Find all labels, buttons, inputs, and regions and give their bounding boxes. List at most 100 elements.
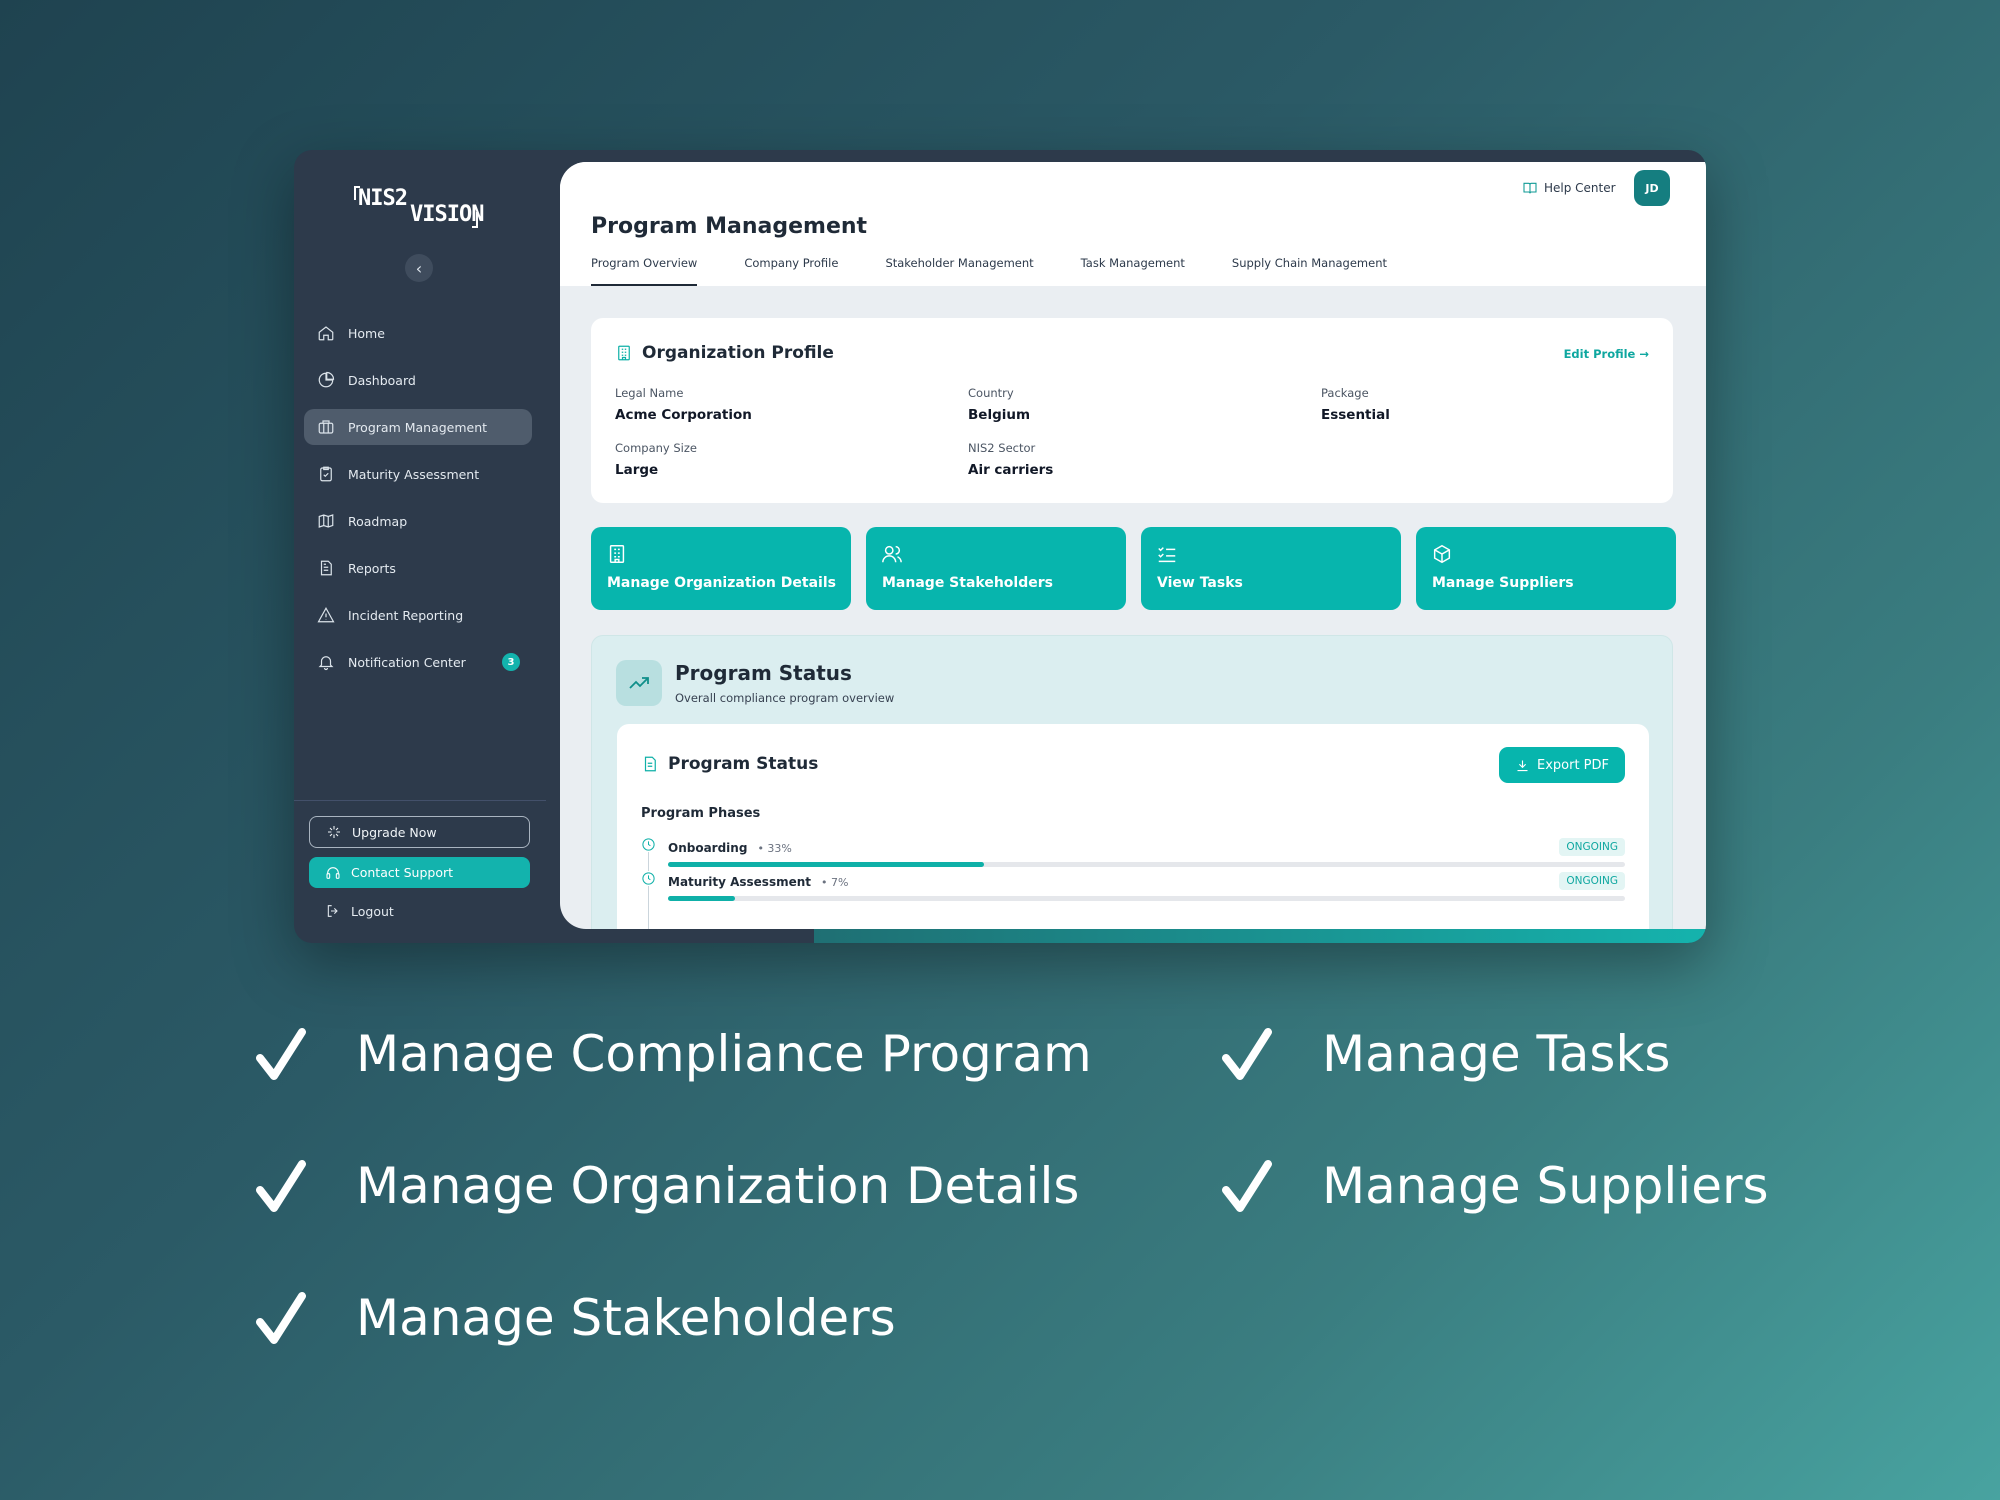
phase-name: Maturity Assessment • 7% xyxy=(668,875,848,889)
sidebar-nav: Home Dashboard Program Management Maturi… xyxy=(304,315,532,691)
checkmark-icon xyxy=(1222,1158,1272,1214)
help-center-link[interactable]: Help Center xyxy=(1522,180,1616,196)
phase-status-badge: ONGOING xyxy=(1559,872,1625,890)
clock-icon xyxy=(641,871,656,886)
contact-support-button[interactable]: Contact Support xyxy=(309,857,530,888)
tab-program-overview[interactable]: Program Overview xyxy=(591,256,698,286)
nis2-vision-logo[interactable]: NIS2 VISION xyxy=(354,180,484,236)
feature-item: Manage Stakeholders xyxy=(256,1289,896,1347)
phase-row-maturity-assessment: Maturity Assessment • 7% ONGOING xyxy=(641,871,1625,911)
avatar[interactable]: JD xyxy=(1634,170,1670,206)
building-icon xyxy=(618,345,630,361)
nis2-sector-field: NIS2 Sector Air carriers xyxy=(968,441,1053,478)
chevron-left-icon: ‹ xyxy=(415,258,423,278)
program-status-card: Program Status Export PDF Program Phases… xyxy=(617,724,1649,929)
help-center-label: Help Center xyxy=(1544,181,1616,195)
home-icon xyxy=(316,323,336,343)
logout-icon xyxy=(325,903,341,919)
bell-icon xyxy=(316,652,336,672)
tab-company-profile[interactable]: Company Profile xyxy=(744,256,838,286)
logout-label: Logout xyxy=(351,903,394,919)
contact-support-label: Contact Support xyxy=(351,865,454,880)
feature-label: Manage Organization Details xyxy=(356,1157,1080,1215)
field-label: Legal Name xyxy=(615,386,684,400)
country-field: Country Belgium xyxy=(968,386,1030,423)
sparkle-icon xyxy=(326,824,342,840)
upgrade-now-label: Upgrade Now xyxy=(352,824,437,840)
program-status-card-heading: Program Status xyxy=(641,754,818,774)
feature-item: Manage Compliance Program xyxy=(256,1025,1092,1083)
program-status-title: Program Status xyxy=(675,661,852,685)
feature-item: Manage Tasks xyxy=(1222,1025,1670,1083)
action-label: Manage Stakeholders xyxy=(882,575,1053,591)
phase-name-text: Onboarding xyxy=(668,841,748,855)
tab-task-management[interactable]: Task Management xyxy=(1081,256,1185,286)
field-label: Company Size xyxy=(615,441,697,455)
clipboard-check-icon xyxy=(316,464,336,484)
tab-bar: Program Overview Company Profile Stakeho… xyxy=(591,256,1434,286)
briefcase-icon xyxy=(316,417,336,437)
manage-stakeholders-button[interactable]: Manage Stakeholders xyxy=(866,527,1126,610)
program-status-section: Program Status Overall compliance progra… xyxy=(591,635,1673,929)
sidebar-item-label: Dashboard xyxy=(348,372,416,388)
phase-status-badge: ONGOING xyxy=(1559,838,1625,856)
page-title: Program Management xyxy=(591,214,868,239)
feature-label: Manage Tasks xyxy=(1322,1025,1671,1083)
warning-icon xyxy=(316,605,336,625)
window-accent-bar xyxy=(814,929,1706,943)
sidebar-collapse-button[interactable]: ‹ xyxy=(405,254,433,282)
document-icon xyxy=(316,558,336,578)
sidebar-item-reports[interactable]: Reports xyxy=(304,550,532,586)
building-icon xyxy=(609,545,625,563)
sidebar-item-label: Notification Center xyxy=(348,654,466,670)
users-icon xyxy=(882,545,902,563)
phase-percent: • 7% xyxy=(821,876,849,889)
program-phases-title: Program Phases xyxy=(641,806,761,821)
feature-label: Manage Suppliers xyxy=(1322,1157,1769,1215)
organization-profile-title: Organization Profile xyxy=(642,343,834,363)
sidebar-item-notification-center[interactable]: Notification Center 3 xyxy=(304,644,532,680)
clock-icon xyxy=(641,837,656,852)
sidebar-divider xyxy=(294,800,546,801)
legal-name-field: Legal Name Acme Corporation xyxy=(615,386,752,423)
notification-count-badge: 3 xyxy=(502,653,520,671)
logout-button[interactable]: Logout xyxy=(309,896,530,926)
manage-suppliers-button[interactable]: Manage Suppliers xyxy=(1416,527,1676,610)
view-tasks-button[interactable]: View Tasks xyxy=(1141,527,1401,610)
field-value: Acme Corporation xyxy=(615,407,752,423)
sidebar: NIS2 VISION ‹ Home Dashboard Program Man… xyxy=(294,150,560,943)
sidebar-item-dashboard[interactable]: Dashboard xyxy=(304,362,532,398)
tab-stakeholder-management[interactable]: Stakeholder Management xyxy=(885,256,1033,286)
sidebar-item-label: Roadmap xyxy=(348,513,408,529)
checkmark-icon xyxy=(1222,1026,1272,1082)
pie-chart-icon xyxy=(316,370,336,390)
checklist-icon xyxy=(1158,547,1176,563)
topbar: Help Center JD Program Management Progra… xyxy=(560,162,1706,286)
phase-progress-track xyxy=(668,862,1625,867)
sidebar-item-incident-reporting[interactable]: Incident Reporting xyxy=(304,597,532,633)
export-pdf-button[interactable]: Export PDF xyxy=(1499,747,1625,783)
sidebar-item-label: Reports xyxy=(348,560,396,576)
program-status-subtitle: Overall compliance program overview xyxy=(675,691,895,705)
manage-organization-details-button[interactable]: Manage Organization Details xyxy=(591,527,851,610)
sidebar-item-maturity-assessment[interactable]: Maturity Assessment xyxy=(304,456,532,492)
phase-name-text: Maturity Assessment xyxy=(668,875,812,889)
book-icon xyxy=(1523,182,1537,194)
organization-profile-card: Organization Profile Edit Profile → Lega… xyxy=(591,318,1673,503)
logo-bracket-right xyxy=(472,212,478,228)
file-text-icon xyxy=(644,756,656,772)
upgrade-now-button[interactable]: Upgrade Now xyxy=(309,816,530,848)
tab-supply-chain-management[interactable]: Supply Chain Management xyxy=(1232,256,1387,286)
sidebar-item-label: Program Management xyxy=(348,419,488,435)
field-value: Large xyxy=(615,462,659,478)
checkmark-icon xyxy=(256,1290,306,1346)
sidebar-item-roadmap[interactable]: Roadmap xyxy=(304,503,532,539)
field-label: NIS2 Sector xyxy=(968,441,1036,455)
feature-item: Manage Organization Details xyxy=(256,1157,1079,1215)
sidebar-item-home[interactable]: Home xyxy=(304,315,532,351)
phase-progress-fill xyxy=(668,862,984,867)
action-label: Manage Suppliers xyxy=(1432,575,1574,591)
sidebar-item-program-management[interactable]: Program Management xyxy=(304,409,532,445)
edit-profile-link[interactable]: Edit Profile → xyxy=(1564,347,1649,361)
app-window: NIS2 VISION ‹ Home Dashboard Program Man… xyxy=(294,150,1706,943)
